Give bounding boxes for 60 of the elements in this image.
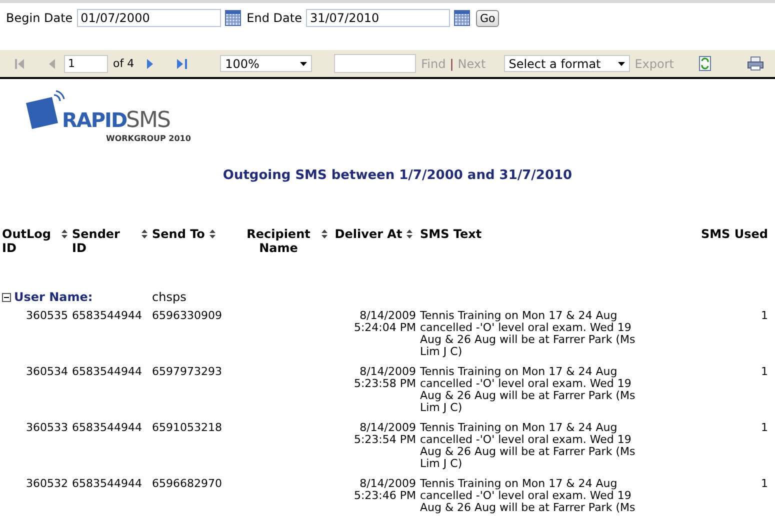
table-cell: 1 (761, 477, 768, 490)
table-cell: 360532 (26, 477, 68, 490)
end-date-field[interactable]: 31/07/2010 (306, 9, 450, 27)
last-page-icon[interactable] (176, 58, 188, 70)
group-value: chsps (152, 290, 186, 304)
sort-icon[interactable] (321, 229, 328, 239)
begin-date-label: Begin Date (6, 11, 73, 25)
calendar-icon[interactable] (224, 10, 241, 26)
column-header: SMS Text (420, 227, 482, 241)
table-cell: 360535 (26, 309, 68, 322)
find-field[interactable] (334, 54, 416, 73)
table-cell: 360534 (26, 365, 68, 378)
sort-icon[interactable] (406, 229, 414, 239)
column-header[interactable]: OutLog ID (2, 227, 57, 255)
sort-icon[interactable] (208, 229, 216, 239)
table-cell: 1 (761, 421, 768, 434)
end-date-label: End Date (246, 11, 302, 25)
table-cell: 6583544944 (72, 309, 142, 322)
column-header[interactable]: Sender ID (72, 227, 137, 255)
rapidsms-logo: RAPIDSMS WORKGROUP 2010 (22, 89, 202, 149)
table-cell: 8/14/2009 5:23:46 PM (354, 477, 416, 502)
export-format-dropdown[interactable]: Select a format (504, 55, 630, 72)
table-cell: 1 (761, 365, 768, 378)
column-header[interactable]: Recipient Name (240, 227, 317, 255)
collapse-icon[interactable] (2, 292, 11, 302)
table-cell: 360533 (26, 421, 68, 434)
table-cell: 6583544944 (72, 421, 142, 434)
table-cell: 6583544944 (72, 365, 142, 378)
next-page-icon[interactable] (146, 58, 154, 70)
table-cell: Tennis Training on Mon 17 & 24 Aug cancelled -'O' level oral exam. Wed 19 Aug & 26 Aug will be at Farrer Park (Ms Lim J C) (420, 365, 636, 414)
sort-icon[interactable] (61, 229, 68, 239)
dropdown-arrow-icon (618, 62, 625, 66)
table-cell: 1 (761, 309, 768, 322)
table-cell: 6596682970 (152, 477, 222, 490)
go-button[interactable]: Go (476, 10, 500, 26)
column-header[interactable]: Send To (152, 227, 205, 241)
group-label: User Name: (14, 291, 93, 303)
table-cell: 8/14/2009 5:24:04 PM (354, 309, 416, 334)
begin-date-field[interactable]: 01/07/2000 (76, 9, 221, 27)
table-cell: 8/14/2009 5:23:58 PM (354, 365, 416, 390)
table-cell: Tennis Training on Mon 17 & 24 Aug cancelled -'O' level oral exam. Wed 19 Aug & 26 Aug will be at Farrer Park (Ms Lim J C) (420, 421, 636, 470)
column-header: SMS Used (700, 227, 768, 241)
column-header[interactable]: Deliver At (334, 227, 402, 241)
refresh-icon[interactable] (699, 56, 711, 71)
table-cell: 6591053218 (152, 421, 222, 434)
table-cell: 8/14/2009 5:23:54 PM (354, 421, 416, 446)
table-cell: Tennis Training on Mon 17 & 24 Aug cancelled -'O' level oral exam. Wed 19 Aug & 26 Aug will be at Farrer Park (Ms Lim J C) (420, 309, 636, 358)
sort-icon[interactable] (141, 229, 148, 239)
zoom-dropdown[interactable]: 100% (220, 55, 312, 72)
report-title: Outgoing SMS between 1/7/2000 and 31/7/2010 (222, 168, 574, 183)
table-cell: 6597973293 (152, 365, 222, 378)
page-count: of 4 (113, 57, 134, 70)
page-number-field[interactable]: 1 (64, 54, 108, 72)
dropdown-arrow-icon (300, 62, 308, 66)
print-icon[interactable] (747, 56, 764, 71)
calendar-icon[interactable] (454, 10, 470, 26)
table-cell: 6596330909 (152, 309, 222, 322)
separator: | (450, 56, 454, 70)
table-cell: 6583544944 (72, 477, 142, 490)
table-cell: Tennis Training on Mon 17 & 24 Aug cancelled -'O' level oral exam. Wed 19 Aug & 26 Aug will be at Farrer Park (Ms (420, 477, 636, 514)
